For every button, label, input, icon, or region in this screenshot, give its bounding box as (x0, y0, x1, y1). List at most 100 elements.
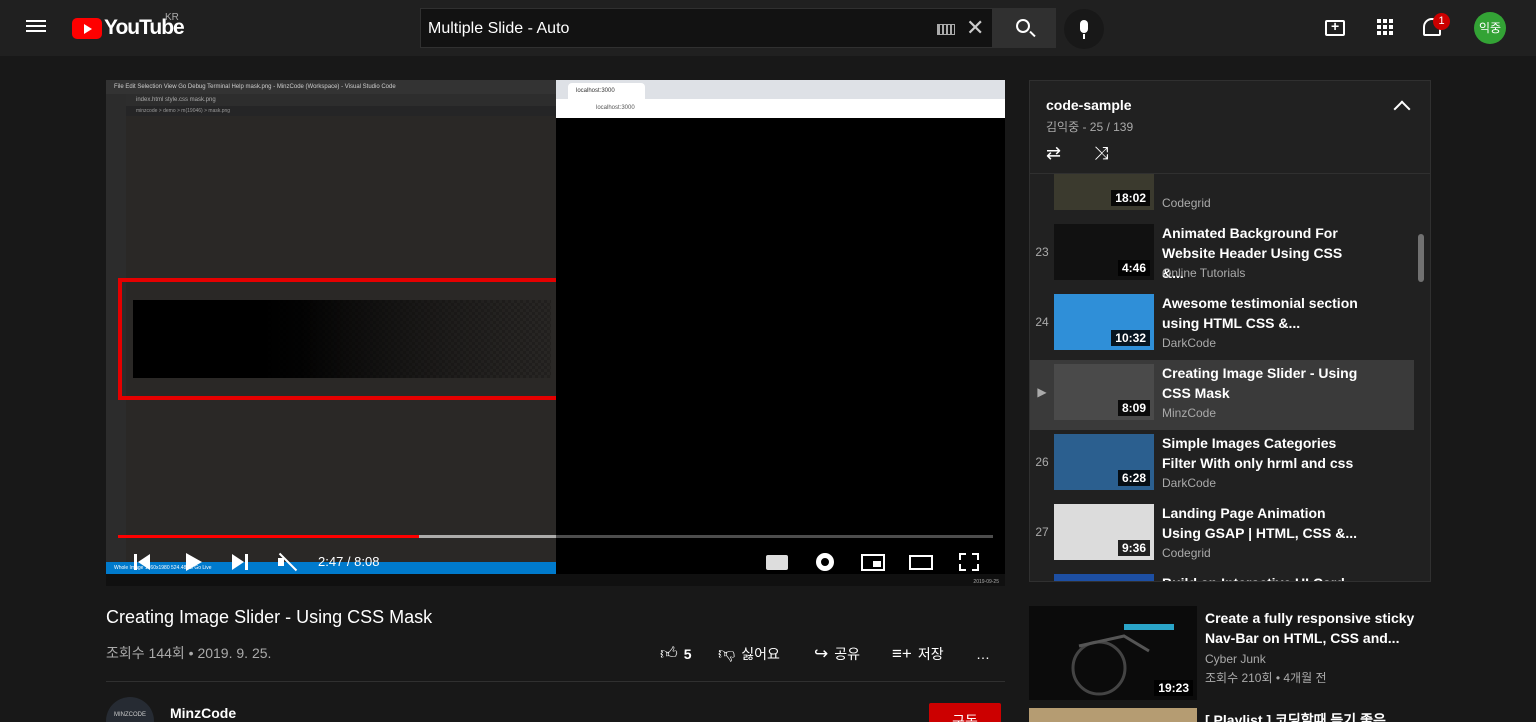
playlist-item-thumbnail[interactable]: 9:36 (1054, 504, 1154, 560)
shuffle-icon[interactable]: ⤨ (1094, 143, 1108, 164)
recommendation-title[interactable]: Create a fully responsive sticky Nav-Bar… (1205, 608, 1431, 648)
theater-mode-icon[interactable] (909, 555, 933, 570)
previous-icon[interactable] (134, 554, 152, 570)
playlist-item[interactable]: 27 9:36 Landing Page Animation Using GSAP … (1030, 500, 1414, 570)
time-display: 2:47 / 8:08 (318, 554, 380, 569)
recommendation-thumbnail[interactable]: 19:23 (1029, 606, 1197, 700)
user-avatar[interactable]: 익중 (1474, 12, 1506, 44)
dislike-label: 싫어요 (741, 646, 780, 662)
playlist-item-thumbnail[interactable]: 18:02 (1054, 174, 1154, 210)
search-input[interactable]: Multiple Slide - Auto ✕ (420, 8, 992, 48)
keyboard-icon[interactable] (937, 24, 955, 35)
playlist-item[interactable]: 18:02 Codegrid (1030, 174, 1414, 220)
settings-gear-icon[interactable] (816, 553, 834, 571)
playlist-item-thumbnail[interactable] (1054, 574, 1154, 581)
youtube-play-icon (72, 18, 102, 39)
duration-badge: 9:36 (1117, 540, 1150, 556)
playlist-item-channel: Codegrid (1162, 546, 1211, 560)
masthead: YouTube KR Multiple Slide - Auto ✕ 1 익중 (0, 0, 1536, 56)
recommendation-meta: 조회수 210회 • 4개월 전 (1205, 671, 1327, 685)
playlist-item-thumbnail[interactable]: 8:09 (1054, 364, 1154, 420)
share-icon: ↪ (814, 644, 829, 663)
playlist-item[interactable]: ▶ 8:09 Creating Image Slider - Using CSS M… (1030, 360, 1414, 430)
playlist-owner-position: 김익중 - 25 / 139 (1046, 120, 1134, 134)
browser-tab: localhost:3000 (568, 83, 645, 99)
apps-grid-icon[interactable] (1377, 19, 1393, 35)
share-button[interactable]: ↪ 공유 (814, 642, 860, 666)
duration-badge: 19:23 (1154, 680, 1193, 696)
playlist-item[interactable]: 23 4:46 Animated Background For Website He… (1030, 220, 1414, 290)
miniplayer-icon[interactable] (861, 554, 885, 571)
video-views-date: 조회수 144회 • 2019. 9. 25. (106, 645, 272, 661)
recommendation-title[interactable]: [ Playlist ] 코딩할때 듣기 좋은 (1205, 710, 1386, 722)
playlist-item-thumbnail[interactable]: 10:32 (1054, 294, 1154, 350)
playlist-item[interactable]: Build an Interactive UI Card - UI (1030, 570, 1414, 581)
channel-avatar[interactable]: MINZCODE (106, 697, 154, 722)
subscribe-button[interactable]: 구독 (929, 703, 1001, 722)
playlist-items: 18:02 Codegrid 23 4:46 Animated Background F… (1030, 174, 1416, 581)
playlist-item-index: 23 (1035, 245, 1049, 259)
next-icon[interactable] (232, 554, 250, 570)
more-actions-button[interactable]: … (976, 642, 990, 666)
voice-search-button[interactable] (1064, 9, 1104, 49)
menu-icon[interactable] (26, 17, 46, 39)
playlist-item-channel: MinzCode (1162, 406, 1217, 420)
video-frame-browser: localhost:3000 localhost:3000 (556, 80, 1005, 118)
play-icon[interactable] (186, 553, 204, 571)
collapse-chevron-icon[interactable] (1393, 100, 1411, 118)
playlist-item[interactable]: 24 10:32 Awesome testimonial section using… (1030, 290, 1414, 360)
thumbs-up-icon: 👍︎ (660, 644, 678, 663)
playlist-item-title[interactable]: Creating Image Slider - Using CSS Mask (1162, 363, 1362, 403)
editor-title-bar: File Edit Selection View Go Debug Termin… (106, 80, 556, 94)
playlist-item-thumbnail[interactable]: 4:46 (1054, 224, 1154, 280)
recommendation-item[interactable]: 19:23 Create a fully responsive sticky N… (1029, 606, 1431, 700)
recommendation-item[interactable]: [ Playlist ] 코딩할때 듣기 좋은 (1029, 708, 1431, 722)
like-count: 5 (683, 646, 692, 662)
thumbs-down-icon: 👎︎ (718, 644, 736, 663)
like-button[interactable]: 👍︎ 5 (660, 642, 692, 666)
muted-volume-icon[interactable] (278, 554, 298, 570)
video-actions: 👍︎ 5 👎︎ 싫어요 ↪ 공유 ≡+ 저장 … (660, 642, 1005, 666)
duration-badge: 4:46 (1117, 260, 1150, 276)
playlist-item-title[interactable]: Awesome testimonial section using HTML C… (1162, 293, 1362, 333)
playlist-scrollbar[interactable] (1418, 234, 1424, 282)
recommendation-channel[interactable]: Cyber Junk (1205, 652, 1266, 666)
search-button[interactable] (992, 8, 1056, 48)
subtitles-icon[interactable] (766, 555, 788, 570)
playlist-item-channel: Codegrid (1162, 196, 1211, 210)
video-frame-editor: File Edit Selection View Go Debug Termin… (106, 80, 572, 586)
playlist-item-index: 24 (1035, 315, 1049, 329)
more-icon: … (976, 646, 990, 662)
search-query: Multiple Slide - Auto (428, 20, 570, 37)
create-video-icon[interactable] (1325, 18, 1345, 36)
duration-badge: 8:09 (1117, 400, 1150, 416)
playlist-panel: code-sample 김익중 - 25 / 139 ⇄ ⤨ 18:02 Code… (1029, 80, 1431, 582)
editor-tabs: index.html style.css mask.png (106, 94, 556, 106)
dislike-button[interactable]: 👎︎ 싫어요 (718, 642, 780, 666)
playlist-header: code-sample 김익중 - 25 / 139 ⇄ ⤨ (1030, 81, 1430, 174)
notification-badge: 1 (1433, 13, 1450, 30)
playlist-item-channel: DarkCode (1162, 476, 1217, 490)
loop-icon[interactable]: ⇄ (1046, 143, 1061, 164)
playlist-item-title[interactable]: Landing Page Animation Using GSAP | HTML… (1162, 503, 1362, 543)
playlist-item-thumbnail[interactable]: 6:28 (1054, 434, 1154, 490)
playlist-item-title[interactable]: Build an Interactive UI Card - UI (1162, 573, 1362, 581)
playlist-item-channel: DarkCode (1162, 336, 1217, 350)
playlist-item-title[interactable]: Simple Images Categories Filter With onl… (1162, 433, 1362, 473)
fullscreen-icon[interactable] (959, 553, 979, 571)
progress-bar[interactable] (118, 535, 993, 538)
info-divider (106, 681, 1005, 682)
clear-search-icon[interactable]: ✕ (966, 15, 984, 41)
playlist-add-icon: ≡+ (892, 644, 912, 663)
playlist-item[interactable]: 26 6:28 Simple Images Categories Filter Wi… (1030, 430, 1414, 500)
channel-name[interactable]: MinzCode (170, 705, 236, 721)
playlist-title[interactable]: code-sample (1046, 97, 1132, 113)
video-title: Creating Image Slider - Using CSS Mask (106, 607, 433, 627)
save-button[interactable]: ≡+ 저장 (892, 642, 944, 666)
video-player[interactable]: File Edit Selection View Go Debug Termin… (106, 80, 1005, 586)
now-playing-icon: ▶ (1037, 385, 1047, 399)
recommendation-thumbnail[interactable] (1029, 708, 1197, 722)
mic-icon (1080, 20, 1088, 33)
share-label: 공유 (834, 646, 861, 662)
highlight-box (118, 278, 572, 400)
